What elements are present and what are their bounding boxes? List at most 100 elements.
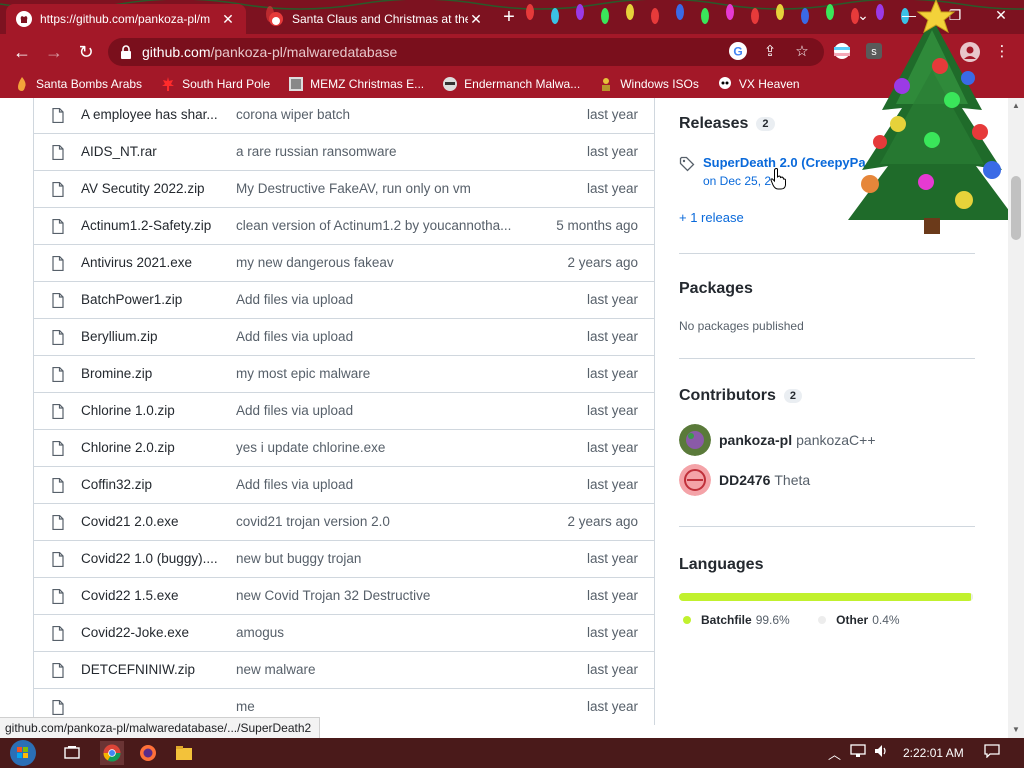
table-row[interactable]: Covid22 1.0 (buggy).... new but buggy tr…	[34, 540, 654, 577]
close-window-button[interactable]: ✕	[978, 0, 1024, 30]
notifications-icon[interactable]	[984, 744, 1000, 761]
scroll-down-arrow-icon[interactable]: ▼	[1008, 722, 1024, 738]
file-name-link[interactable]: Covid22 1.0 (buggy)....	[81, 551, 223, 566]
share-icon[interactable]: ⇪	[760, 42, 780, 62]
page-scrollbar[interactable]: ▲ ▼	[1008, 98, 1024, 738]
reload-icon[interactable]: ↻	[74, 40, 98, 64]
file-explorer-icon[interactable]	[172, 741, 196, 765]
scroll-up-arrow-icon[interactable]: ▲	[1008, 98, 1024, 114]
commit-message-link[interactable]: my most epic malware	[236, 366, 526, 381]
language-batchfile[interactable]: Batchfile 99.6%	[683, 613, 790, 627]
tab-search-chevron-icon[interactable]: ⌄	[840, 0, 886, 30]
bookmark-endermanch-malware[interactable]: Endermanch Malwa...	[442, 76, 580, 92]
contributors-heading[interactable]: Contributors 2	[679, 387, 802, 405]
restore-button[interactable]: ❐	[932, 0, 978, 30]
contributor-pankoza-pl[interactable]: pankoza-pl pankozaC++	[679, 424, 876, 456]
file-name-link[interactable]: BatchPower1.zip	[81, 292, 223, 307]
table-row[interactable]: Covid22-Joke.exe amogus last year	[34, 614, 654, 651]
commit-message-link[interactable]: corona wiper batch	[236, 107, 526, 122]
new-tab-button[interactable]: +	[498, 6, 520, 28]
file-name-link[interactable]: Covid21 2.0.exe	[81, 514, 223, 529]
extension-flag-icon[interactable]	[832, 42, 852, 62]
commit-message-link[interactable]: Add files via upload	[236, 292, 526, 307]
file-name-link[interactable]: Antivirus 2021.exe	[81, 255, 223, 270]
chrome-taskbar-icon[interactable]	[100, 741, 124, 765]
table-row[interactable]: Beryllium.zip Add files via upload last …	[34, 318, 654, 355]
file-name-link[interactable]: Coffin32.zip	[81, 477, 223, 492]
file-name-link[interactable]: Chlorine 2.0.zip	[81, 440, 223, 455]
forward-arrow-icon[interactable]: →	[42, 40, 66, 64]
network-icon[interactable]	[850, 744, 866, 761]
file-name-link[interactable]: AV Secutity 2022.zip	[81, 181, 223, 196]
address-bar[interactable]: github.com/pankoza-pl/malwaredatabase	[108, 38, 824, 66]
commit-message-link[interactable]: new but buggy trojan	[236, 551, 526, 566]
commit-message-link[interactable]: my new dangerous fakeav	[236, 255, 526, 270]
bookmark-windows-isos[interactable]: Windows ISOs	[598, 76, 699, 92]
commit-message-link[interactable]: yes i update chlorine.exe	[236, 440, 526, 455]
commit-message-link[interactable]: new Covid Trojan 32 Destructive	[236, 588, 526, 603]
show-hidden-icons-chevron-icon[interactable]: ︿	[828, 744, 841, 763]
more-releases-link[interactable]: + 1 release	[679, 210, 744, 225]
table-row[interactable]: A employee has shar... corona wiper batc…	[34, 98, 654, 133]
start-button[interactable]	[10, 740, 36, 766]
commit-message-link[interactable]: me	[236, 699, 526, 714]
table-row[interactable]: Coffin32.zip Add files via upload last y…	[34, 466, 654, 503]
table-row[interactable]: Actinum1.2-Safety.zip clean version of A…	[34, 207, 654, 244]
bookmark-vx-heaven[interactable]: VX Heaven	[717, 76, 800, 92]
commit-message-link[interactable]: Add files via upload	[236, 403, 526, 418]
commit-message-link[interactable]: covid21 trojan version 2.0	[236, 514, 526, 529]
releases-heading[interactable]: Releases 2	[679, 115, 775, 133]
extension-s-icon[interactable]: s	[864, 42, 884, 62]
table-row[interactable]: AIDS_NT.rar a rare russian ransomware la…	[34, 133, 654, 170]
close-tab-icon[interactable]: ✕	[468, 11, 484, 28]
commit-message-link[interactable]: clean version of Actinum1.2 by youcannot…	[236, 218, 526, 233]
task-view-icon[interactable]	[60, 741, 84, 765]
commit-date: last year	[586, 440, 638, 455]
contributor-login[interactable]: pankoza-pl	[719, 432, 792, 448]
google-icon[interactable]: G	[728, 42, 748, 62]
bookmark-memz-christmas[interactable]: MEMZ Christmas E...	[288, 76, 424, 92]
contributor-login[interactable]: DD2476	[719, 472, 770, 488]
commit-message-link[interactable]: My Destructive FakeAV, run only on vm	[236, 181, 526, 196]
commit-message-link[interactable]: Add files via upload	[236, 477, 526, 492]
file-name-link[interactable]: AIDS_NT.rar	[81, 144, 223, 159]
table-row[interactable]: DETCEFNINIW.zip new malware last year	[34, 651, 654, 688]
file-name-link[interactable]: Chlorine 1.0.zip	[81, 403, 223, 418]
bookmark-south-hard-pole[interactable]: South Hard Pole	[160, 76, 270, 92]
file-name-link[interactable]: Actinum1.2-Safety.zip	[81, 218, 223, 233]
tab-github-malwaredatabase[interactable]: https://github.com/pankoza-pl/m ✕	[6, 4, 246, 34]
scrollbar-thumb[interactable]	[1011, 176, 1021, 240]
file-name-link[interactable]: Bromine.zip	[81, 366, 223, 381]
commit-message-link[interactable]: amogus	[236, 625, 526, 640]
table-row[interactable]: Covid21 2.0.exe covid21 trojan version 2…	[34, 503, 654, 540]
commit-message-link[interactable]: Add files via upload	[236, 329, 526, 344]
bookmark-star-icon[interactable]: ☆	[792, 42, 812, 62]
back-arrow-icon[interactable]: ←	[10, 40, 34, 64]
contributor-dd2476[interactable]: DD2476 Theta	[679, 464, 810, 496]
table-row[interactable]: BatchPower1.zip Add files via upload las…	[34, 281, 654, 318]
file-name-link[interactable]: Beryllium.zip	[81, 329, 223, 344]
file-name-link[interactable]: DETCEFNINIW.zip	[81, 662, 223, 677]
commit-message-link[interactable]: new malware	[236, 662, 526, 677]
table-row[interactable]: AV Secutity 2022.zip My Destructive Fake…	[34, 170, 654, 207]
bookmark-santa-bombs-arabs[interactable]: Santa Bombs Arabs	[14, 76, 142, 92]
file-name-link[interactable]: Covid22-Joke.exe	[81, 625, 223, 640]
taskbar-clock[interactable]: 2:22:01 AM	[903, 746, 964, 760]
tab-santa-claus[interactable]: Santa Claus and Christmas at the ✕	[258, 4, 494, 34]
table-row[interactable]: Chlorine 2.0.zip yes i update chlorine.e…	[34, 429, 654, 466]
minimize-button[interactable]: —	[886, 0, 932, 30]
firefox-taskbar-icon[interactable]	[136, 741, 160, 765]
language-other[interactable]: Other 0.4%	[818, 613, 900, 627]
file-name-link[interactable]: A employee has shar...	[81, 107, 223, 122]
file-name-link[interactable]: Covid22 1.5.exe	[81, 588, 223, 603]
table-row[interactable]: Chlorine 1.0.zip Add files via upload la…	[34, 392, 654, 429]
table-row[interactable]: Bromine.zip my most epic malware last ye…	[34, 355, 654, 392]
commit-message-link[interactable]: a rare russian ransomware	[236, 144, 526, 159]
table-row[interactable]: Covid22 1.5.exe new Covid Trojan 32 Dest…	[34, 577, 654, 614]
volume-icon[interactable]	[874, 744, 890, 761]
more-menu-icon[interactable]: ⋮	[992, 42, 1012, 62]
profile-avatar-icon[interactable]	[960, 42, 980, 62]
packages-heading[interactable]: Packages	[679, 280, 753, 298]
table-row[interactable]: Antivirus 2021.exe my new dangerous fake…	[34, 244, 654, 281]
close-tab-icon[interactable]: ✕	[220, 11, 236, 28]
